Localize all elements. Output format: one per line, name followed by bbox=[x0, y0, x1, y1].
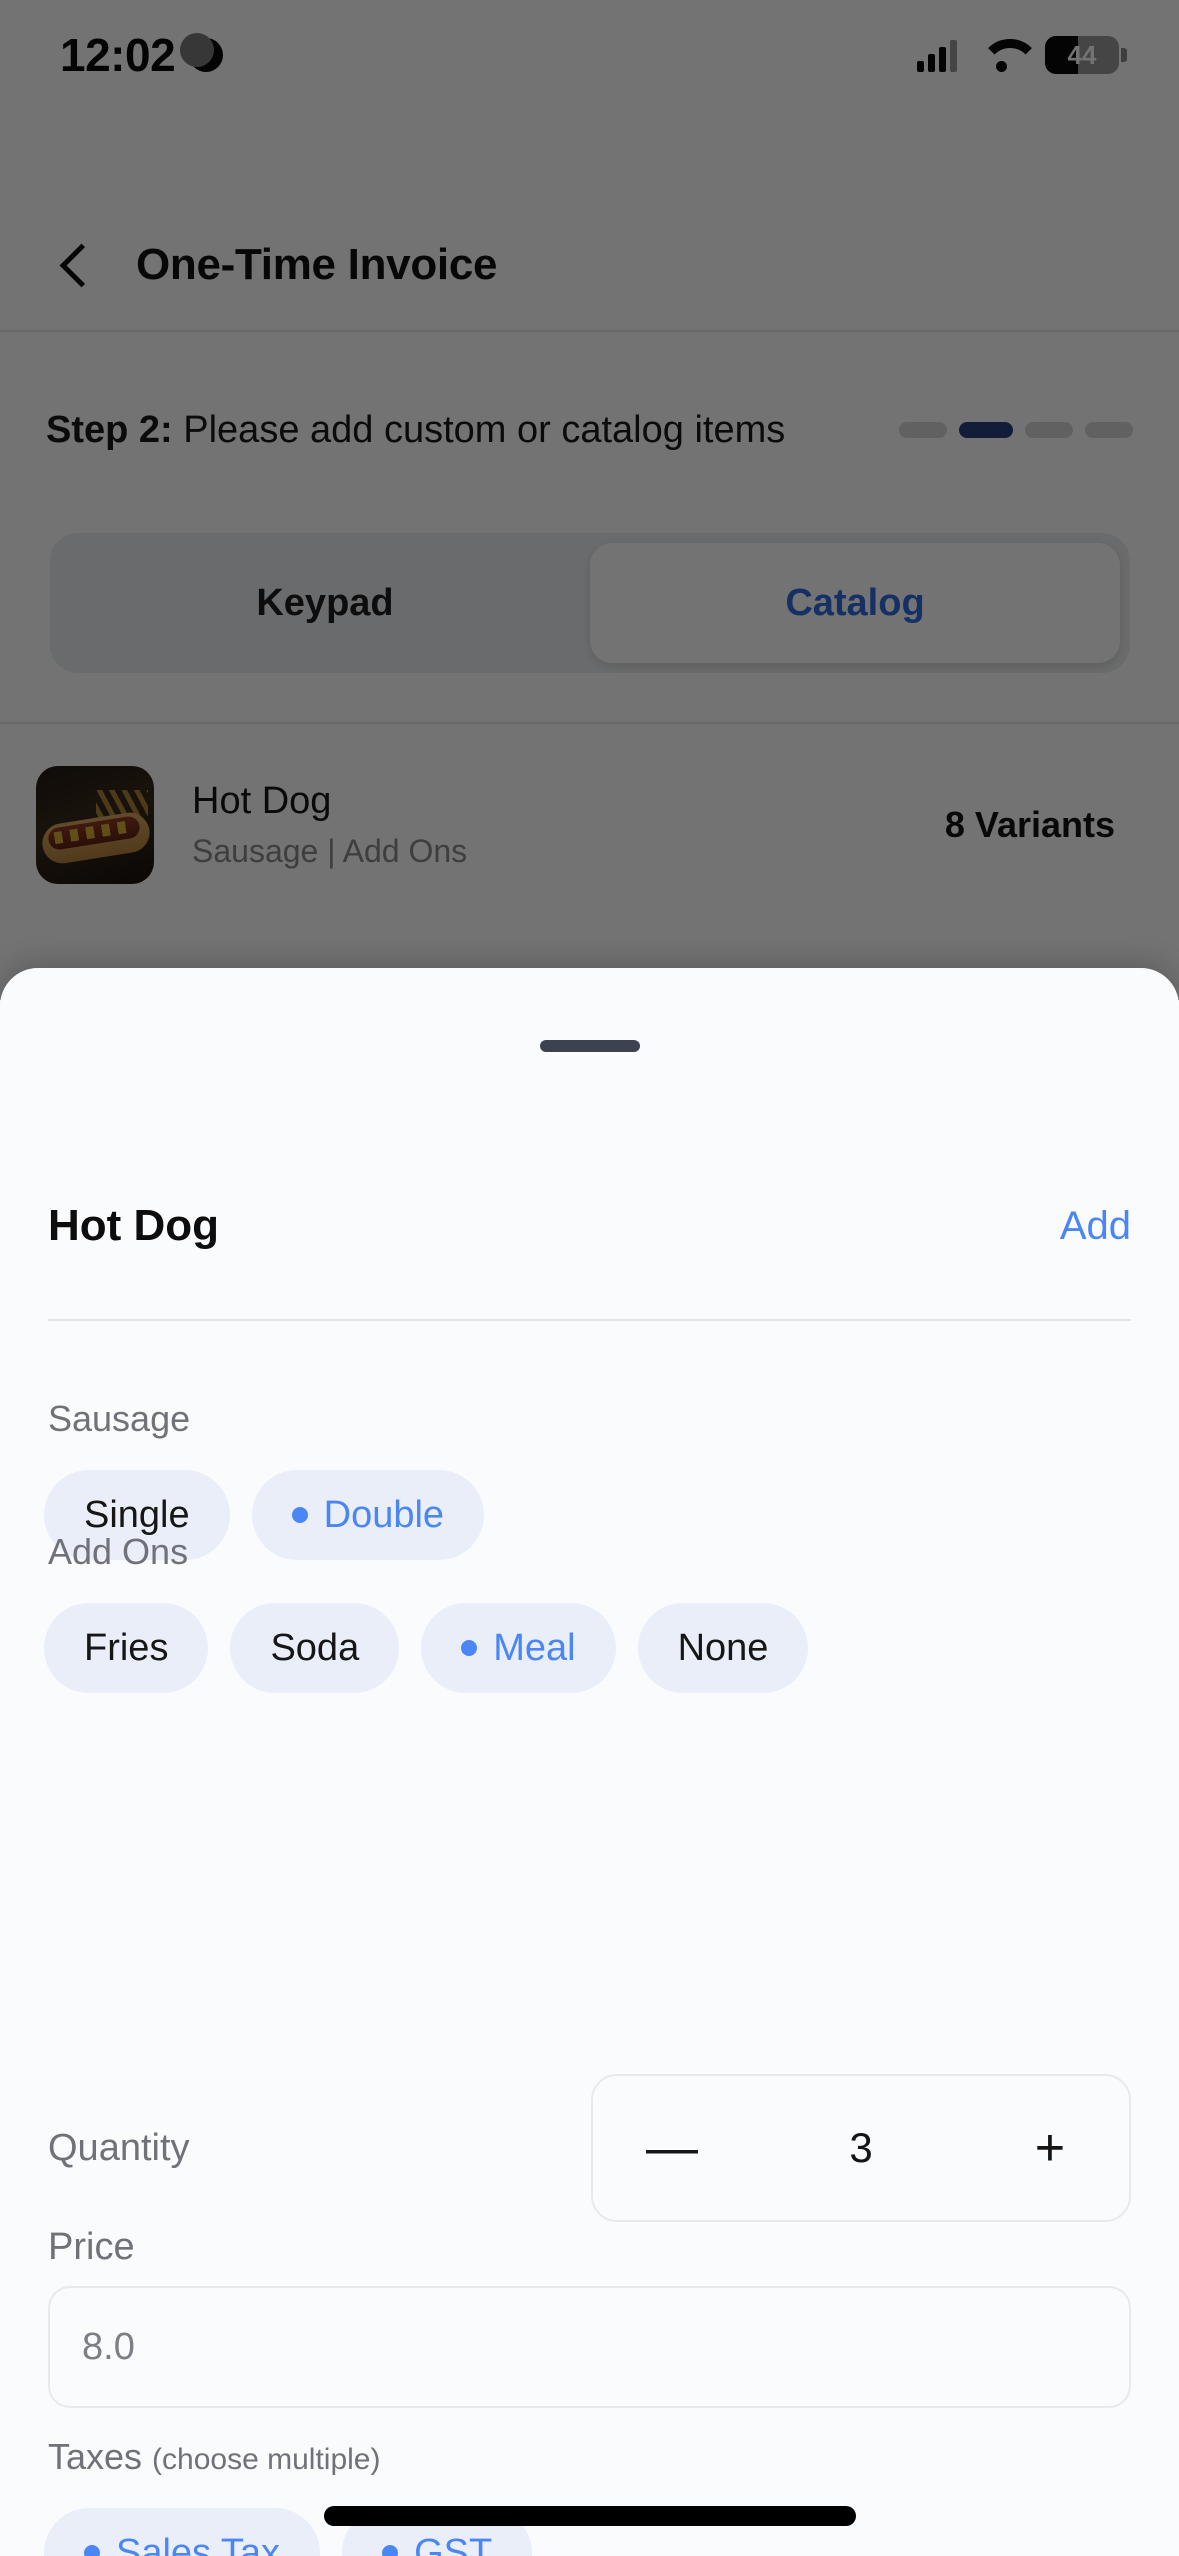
taxes-label-hint: (choose multiple) bbox=[152, 2443, 380, 2476]
home-indicator bbox=[324, 2506, 856, 2526]
chip-fries-label: Fries bbox=[84, 1627, 168, 1670]
quantity-row: Quantity — 3 + bbox=[0, 2073, 1179, 2223]
quantity-stepper[interactable]: — 3 + bbox=[591, 2074, 1131, 2222]
selected-dot-icon bbox=[84, 2545, 100, 2556]
selected-dot-icon bbox=[292, 1507, 308, 1523]
chip-fries[interactable]: Fries bbox=[44, 1603, 208, 1693]
modal-scrim[interactable] bbox=[0, 0, 1179, 1000]
chip-soda[interactable]: Soda bbox=[230, 1603, 399, 1693]
quantity-value: 3 bbox=[849, 2124, 872, 2172]
drag-handle-icon[interactable] bbox=[540, 1040, 640, 1052]
chip-meal[interactable]: Meal bbox=[421, 1603, 615, 1693]
sheet-divider bbox=[48, 1319, 1131, 1321]
chip-none[interactable]: None bbox=[638, 1603, 809, 1693]
selected-dot-icon bbox=[461, 1640, 477, 1656]
plus-icon[interactable]: + bbox=[1015, 2122, 1085, 2174]
item-variant-bottom-sheet: Hot Dog Add Sausage Single Double Add On… bbox=[0, 968, 1179, 2556]
chip-gst-label: GST bbox=[414, 2532, 492, 2556]
chip-soda-label: Soda bbox=[270, 1627, 359, 1670]
add-button[interactable]: Add bbox=[1060, 1204, 1131, 1249]
group-label-sausage: Sausage bbox=[0, 1398, 1179, 1440]
price-input[interactable]: 8.0 bbox=[48, 2286, 1131, 2408]
taxes-label-text: Taxes bbox=[48, 2436, 152, 2477]
option-group-taxes: Taxes (choose multiple) Sales Tax GST bbox=[0, 2436, 1179, 2556]
minus-icon[interactable]: — bbox=[637, 2122, 707, 2174]
quantity-label: Quantity bbox=[48, 2127, 190, 2170]
sheet-header: Hot Dog Add bbox=[0, 1181, 1179, 1271]
chip-row-addons: Fries Soda Meal None bbox=[0, 1603, 1179, 1693]
chip-sales-tax[interactable]: Sales Tax bbox=[44, 2508, 320, 2556]
chip-sales-tax-label: Sales Tax bbox=[116, 2532, 280, 2556]
group-label-taxes: Taxes (choose multiple) bbox=[0, 2436, 1179, 2478]
selected-dot-icon bbox=[382, 2545, 398, 2556]
chip-meal-label: Meal bbox=[493, 1627, 575, 1670]
option-group-addons: Add Ons Fries Soda Meal None bbox=[0, 1531, 1179, 1693]
price-label: Price bbox=[0, 2226, 1179, 2269]
sheet-title: Hot Dog bbox=[48, 1201, 219, 1251]
group-label-addons: Add Ons bbox=[0, 1531, 1179, 1573]
chip-none-label: None bbox=[678, 1627, 769, 1670]
phone-screen: 12:02 44 One-Time Invoice Step 2: Please… bbox=[0, 0, 1179, 2556]
